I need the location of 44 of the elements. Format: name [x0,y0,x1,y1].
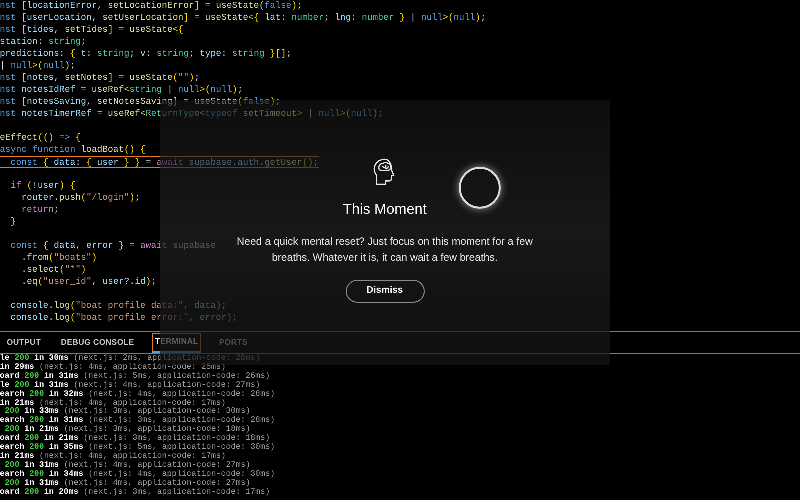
code-line: | null>(null); [0,60,76,72]
terminal-line: in 21ms (next.js: 4ms, application-code: 17ms) [0,452,226,461]
dismiss-button[interactable]: Dismiss [346,280,424,303]
code-line: .select("*") [20,264,86,276]
modal-title: This Moment [343,201,427,220]
code-line: } [10,216,16,228]
code-line: station: string; [0,36,86,48]
terminal-line: 200 in 31ms (next.js: 4ms, application-code: 27ms) [4,480,251,488]
terminal-line: in 21ms (next.js: 4ms, application-code: 17ms) [0,400,226,408]
code-line: nst [userLocation, setUserLocation] = useState<{ lat: number; lng: number } | null>(null); [0,12,486,24]
panel-tab[interactable]: DEBUG CONSOLE [59,332,136,352]
code-line: async function loadBoat() { [0,144,146,156]
terminal-line: in 29ms (next.js: 4ms, application-code: 25ms) [0,364,226,372]
code-line: nst notesIdRef = useRef<string | null>(null); [0,84,244,96]
terminal-line: 200 in 21ms (next.js: 3ms, application-code: 18ms) [5,426,251,434]
terminal-line: earch 200 in 34ms (next.js: 4ms, application-code: 30ms) [0,470,276,479]
code-line: eEffect(() => { [0,132,82,144]
code-line: nst [locationError, setLocationError] = useState(false); [0,0,303,12]
terminal-line: le 200 in 31ms (next.js: 4ms, application-code: 27ms) [0,382,260,390]
modal-message: Need a quick mental reset? Just focus on this moment for a few breaths. Whatever it is, it can wait a few breaths. [236,234,534,266]
terminal-line: earch 200 in 32ms (next.js: 4ms, application-code: 28ms) [0,390,276,399]
code-line: const { data, error } = await supabase [10,240,216,252]
terminal-line: oard 200 in 31ms (next.js: 5ms, application-code: 26ms) [0,372,270,381]
panel-tab[interactable]: OUTPUT [5,332,44,352]
terminal-line: oard 200 in 20ms (next.js: 3ms, application-code: 17ms) [0,488,270,498]
code-line: .from("boats") [20,252,98,264]
code-line: console.log("boat profile error:", error); [10,312,238,324]
code-line: router.push("/login"); [20,192,140,204]
terminal-line: earch 200 in 31ms (next.js: 3ms, application-code: 28ms) [0,417,276,426]
code-line: nst [tides, setTides] = useState<{ [0,24,184,36]
terminal-line: earch 200 in 35ms (next.js: 5ms, application-code: 30ms) [0,444,276,452]
breathing-ring-icon [459,167,501,209]
code-line: nst [notes, setNotes] = useState(""); [0,72,200,84]
terminal-line: 200 in 31ms (next.js: 4ms, application-code: 27ms) [4,462,251,470]
terminal-line: oard 200 in 21ms (next.js: 3ms, application-code: 18ms) [0,435,270,444]
code-line: nst notesTimerRef = useRef<ReturnType<typeof setTimeout> | null>(null); [0,108,384,120]
code-line: console.log("boat profile data:", data); [10,300,227,312]
code-line: nst [notesSaving, setNotesSaving] = useState(false); [0,96,281,108]
code-line: .eq("user_id", user?.id); [20,276,157,288]
code-line: const { data: { user } } = await supabase.auth.getUser(); [0,156,319,168]
code-line: if (!user) { [10,180,76,192]
code-line: return; [20,204,60,216]
code-line: predictions: { t: string; v: string; type: string }[]; [0,48,292,60]
terminal-line: 200 in 33ms (next.js: 3ms, application-code: 30ms) [5,408,251,416]
